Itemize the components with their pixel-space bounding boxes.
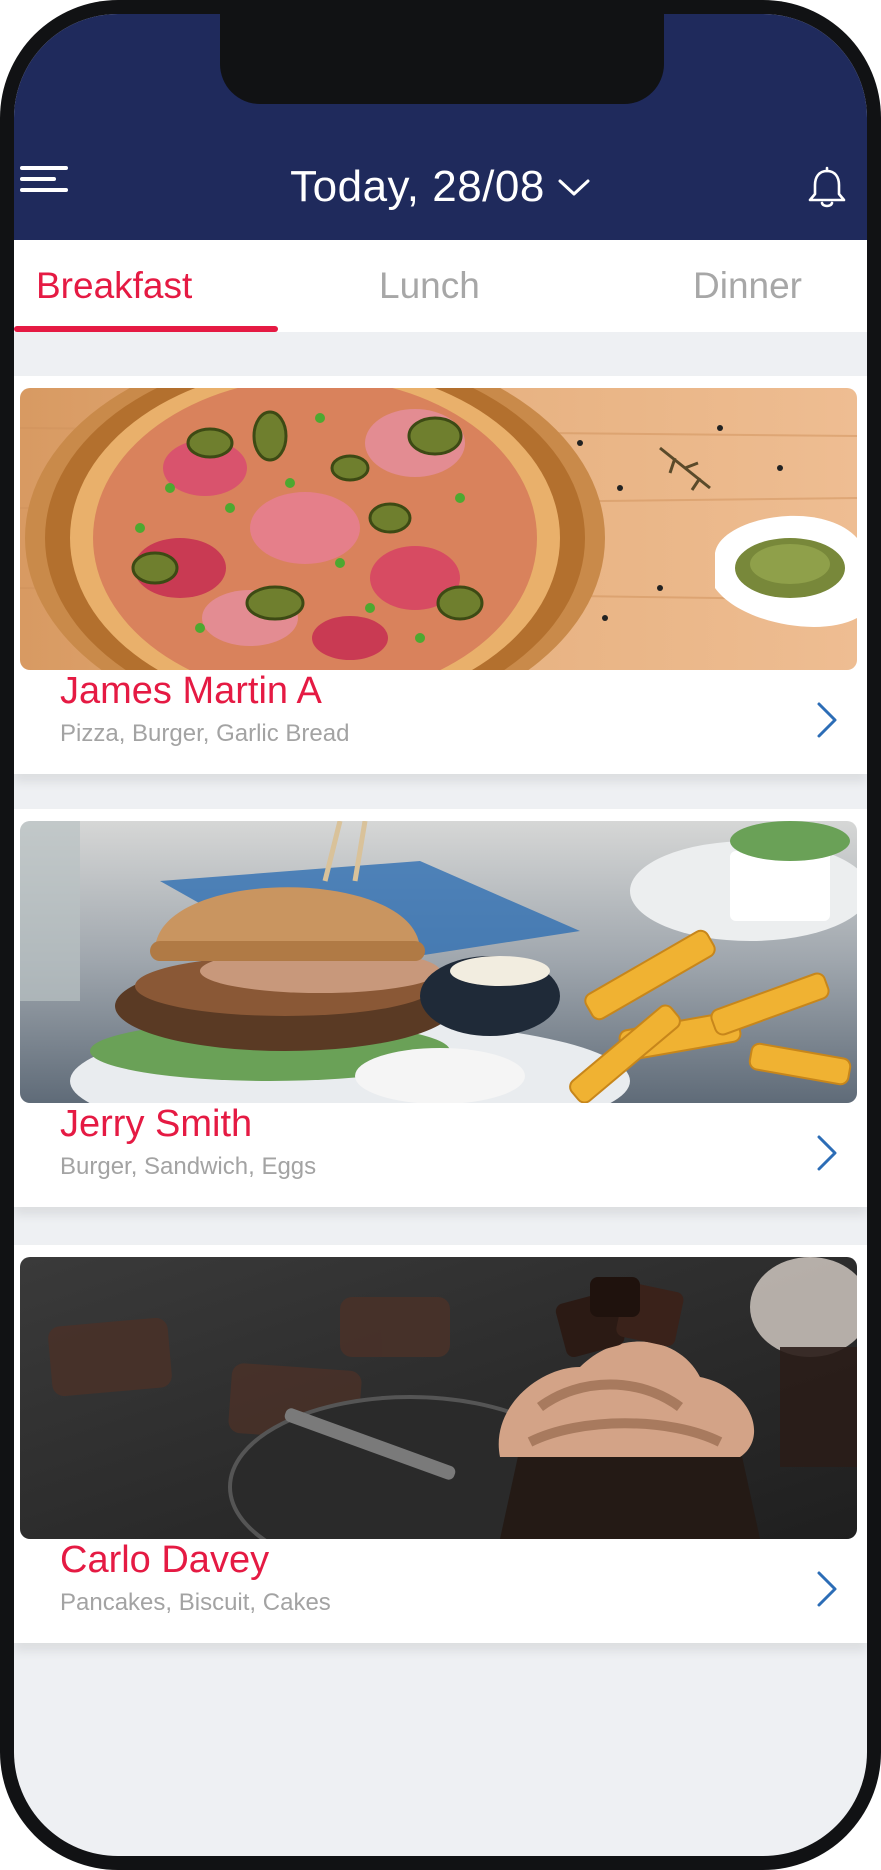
card-title: Jerry Smith <box>60 1103 253 1145</box>
phone-notch <box>220 14 664 104</box>
card-title: Carlo Davey <box>60 1539 270 1581</box>
chevron-down-icon <box>558 179 590 196</box>
card-title: James Martin A <box>60 670 322 712</box>
cupcake-photo <box>20 1257 857 1539</box>
pizza-photo <box>20 388 857 670</box>
list-item[interactable]: Jerry Smith Burger, Sandwich, Eggs <box>14 809 867 1207</box>
phone-frame: Today, 28/08 Breakfast Lunch Dinner Jame… <box>0 0 881 1870</box>
active-tab-indicator <box>14 326 278 332</box>
app-screen: Today, 28/08 Breakfast Lunch Dinner Jame… <box>14 14 867 1856</box>
page-title: Today, 28/08 <box>290 162 545 211</box>
tab-dinner[interactable]: Dinner <box>693 240 802 332</box>
card-subtitle: Pancakes, Biscuit, Cakes <box>60 1589 331 1616</box>
card-subtitle: Burger, Sandwich, Eggs <box>60 1153 317 1180</box>
tab-lunch[interactable]: Lunch <box>379 240 480 332</box>
chevron-right-icon[interactable] <box>815 1133 839 1173</box>
list-item[interactable]: James Martin A Pizza, Burger, Garlic Bre… <box>14 376 867 774</box>
tab-breakfast[interactable]: Breakfast <box>36 240 192 332</box>
bell-icon[interactable] <box>805 166 849 210</box>
date-selector[interactable]: Today, 28/08 <box>14 162 867 212</box>
burger-photo <box>20 821 857 1103</box>
meal-tabs: Breakfast Lunch Dinner <box>14 240 867 332</box>
list-item[interactable]: Carlo Davey Pancakes, Biscuit, Cakes <box>14 1245 867 1643</box>
chevron-right-icon[interactable] <box>815 700 839 740</box>
card-subtitle: Pizza, Burger, Garlic Bread <box>60 720 350 747</box>
chevron-right-icon[interactable] <box>815 1569 839 1609</box>
